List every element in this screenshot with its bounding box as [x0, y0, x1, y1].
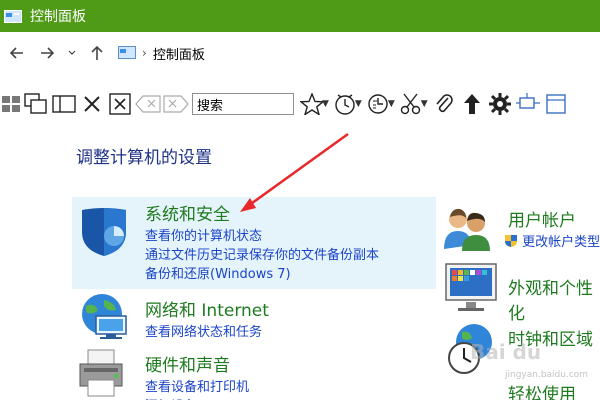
- watermark-sub: jingyan.baidu.com: [505, 370, 589, 380]
- watermark: Bai du: [470, 340, 542, 364]
